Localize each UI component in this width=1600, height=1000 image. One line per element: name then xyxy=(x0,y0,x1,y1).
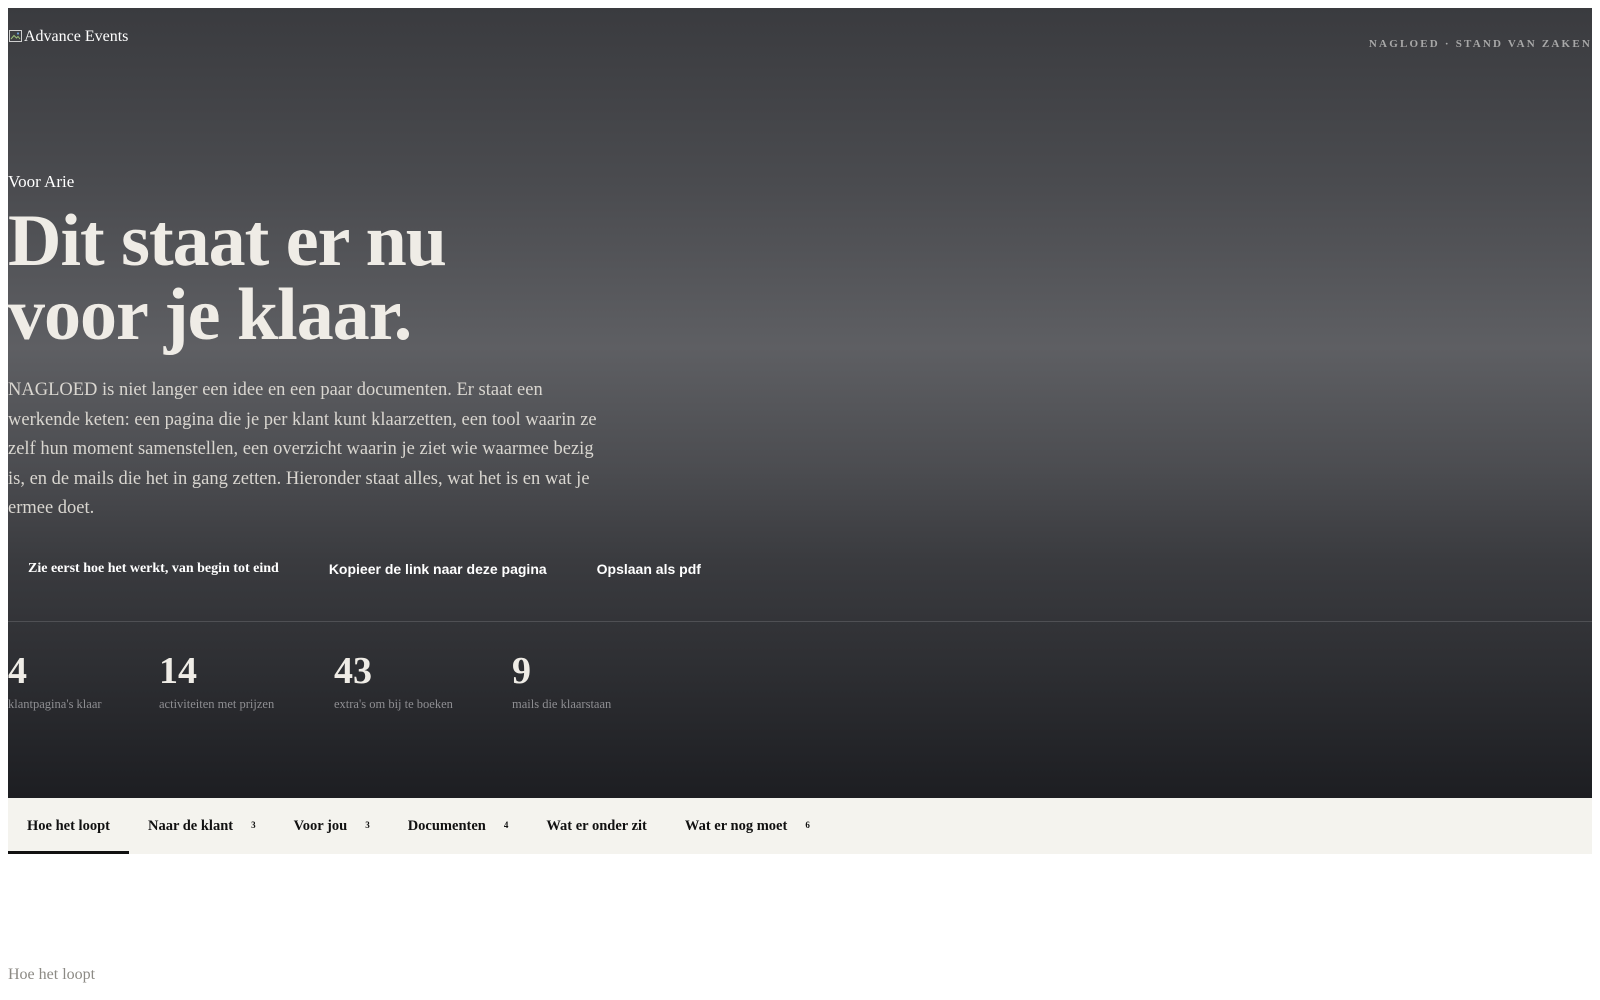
stat-label: klantpagina's klaar xyxy=(8,697,102,711)
broken-image-icon xyxy=(8,28,24,44)
stat-value: 4 xyxy=(8,650,27,692)
section-label: Hoe het loopt xyxy=(8,966,96,983)
stat-value: 14 xyxy=(159,650,197,692)
tab-naar-de-klant[interactable]: Naar de klant 3 xyxy=(129,798,275,854)
page-kicker: NAGLOED · STAND VAN ZAKEN xyxy=(1368,38,1592,50)
tab-wat-er-onder-zit[interactable]: Wat er onder zit xyxy=(527,798,666,854)
logo[interactable]: Advance Events xyxy=(8,28,128,50)
hero-actions: Zie eerst hoe het werkt, van begin tot e… xyxy=(8,554,731,584)
stat-value: 9 xyxy=(512,650,531,692)
page-title: Dit staat er nu voor je klaar. xyxy=(8,204,628,352)
tab-label: Wat er nog moet xyxy=(684,817,788,834)
page-title-line-1: Dit staat er nu xyxy=(8,200,447,282)
tab-count-badge: 3 xyxy=(365,820,370,830)
stat-activities: 14 activiteiten met prijzen xyxy=(159,651,334,712)
salutation: Voor Arie xyxy=(8,172,75,191)
tab-voor-jou[interactable]: Voor jou 3 xyxy=(275,798,389,854)
tab-wat-er-nog-moet[interactable]: Wat er nog moet 6 xyxy=(666,798,829,854)
stat-client-pages: 4 klantpagina's klaar xyxy=(8,651,159,712)
tab-label: Wat er onder zit xyxy=(546,817,647,834)
hero: Advance Events NAGLOED · STAND VAN ZAKEN… xyxy=(8,8,1592,798)
stat-label: activiteiten met prijzen xyxy=(159,697,275,711)
tab-count-badge: 4 xyxy=(503,820,509,830)
walkthrough-button[interactable]: Zie eerst hoe het werkt, van begin tot e… xyxy=(8,554,309,584)
tab-documenten[interactable]: Documenten 4 xyxy=(389,798,528,854)
hero-divider xyxy=(8,621,1592,622)
tab-count-badge: 6 xyxy=(805,820,810,830)
stat-label: mails die klaarstaan xyxy=(512,697,612,711)
tab-label: Naar de klant xyxy=(147,817,234,834)
save-pdf-button[interactable]: Opslaan als pdf xyxy=(577,554,731,584)
intro-paragraph: NAGLOED is niet langer een idee en een p… xyxy=(8,380,597,518)
stats-row: 4 klantpagina's klaar 14 activiteiten me… xyxy=(8,651,672,712)
stat-label: extra's om bij te boeken xyxy=(334,697,453,711)
section-tabs: Hoe het loopt Naar de klant 3 Voor jou 3… xyxy=(8,798,1592,854)
page-title-line-2: voor je klaar. xyxy=(8,274,412,356)
tab-hoe-het-loopt[interactable]: Hoe het loopt xyxy=(8,798,129,854)
tab-count-badge: 3 xyxy=(251,820,256,830)
tab-label: Voor jou xyxy=(293,817,348,834)
stat-extras: 43 extra's om bij te boeken xyxy=(334,651,512,712)
tab-label: Hoe het loopt xyxy=(27,817,110,834)
page: Advance Events NAGLOED · STAND VAN ZAKEN… xyxy=(8,8,1592,1000)
copy-link-button[interactable]: Kopieer de link naar deze pagina xyxy=(309,554,577,584)
tab-label: Documenten xyxy=(407,817,486,834)
logo-alt-text: Advance Events xyxy=(24,28,129,45)
stat-mails: 9 mails die klaarstaan xyxy=(512,651,672,712)
stat-value: 43 xyxy=(334,650,372,692)
